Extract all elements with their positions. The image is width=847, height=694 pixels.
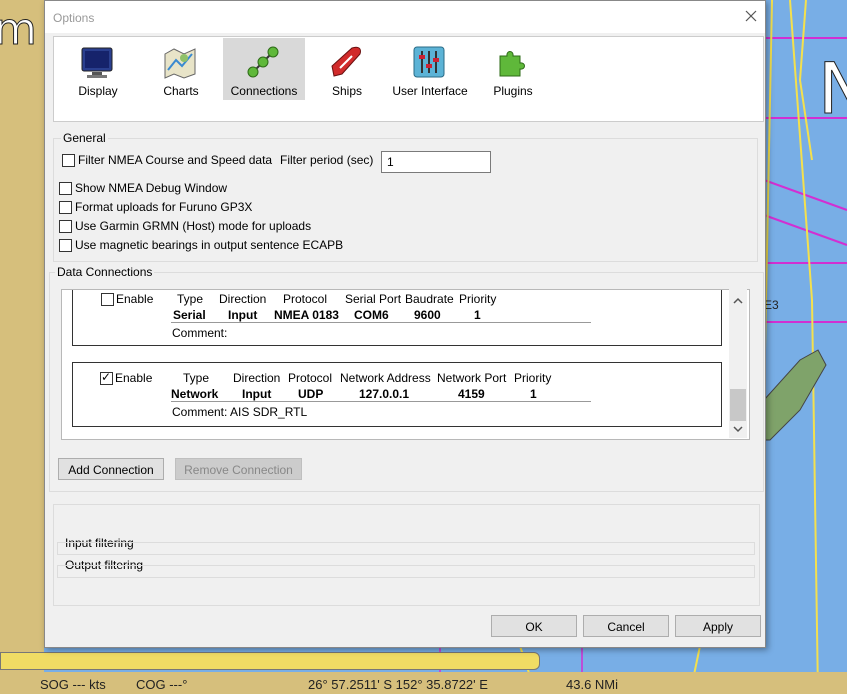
value-network-address: 127.0.0.1 (359, 387, 410, 401)
furuno-checkbox[interactable] (59, 201, 72, 214)
filter-period-label: Filter period (sec) (280, 153, 374, 167)
output-filtering-box[interactable] (57, 565, 755, 578)
filter-nmea-checkbox[interactable] (62, 154, 75, 167)
sog-readout: SOG --- kts (40, 677, 106, 692)
close-icon[interactable] (743, 8, 759, 24)
enable-label: Enable (115, 371, 153, 385)
chevron-down-icon[interactable] (733, 425, 743, 433)
separator (171, 401, 591, 402)
remove-connection-button[interactable]: Remove Connection (175, 458, 302, 480)
distance-readout: 43.6 NMi (566, 677, 619, 692)
connections-scrollbar[interactable] (729, 289, 747, 438)
header-baudrate: Baudrate (405, 292, 454, 306)
header-type: Type (177, 292, 204, 306)
filter-nmea-label: Filter NMEA Course and Speed data (78, 153, 273, 167)
value-protocol: NMEA 0183 (274, 308, 339, 322)
chart-label-right: N (817, 48, 847, 131)
value-type: Serial (173, 308, 206, 322)
value-network-port: 4159 (458, 387, 485, 401)
charts-icon (164, 48, 196, 79)
user-interface-icon (413, 46, 445, 78)
header-direction: Direction (233, 371, 281, 385)
position-readout: 26° 57.2511' S 152° 35.8722' E (308, 677, 488, 692)
options-toolbar: Display Charts Connections Ships User In… (53, 36, 764, 122)
header-direction: Direction (219, 292, 267, 306)
display-icon (81, 47, 113, 78)
header-type: Type (183, 371, 210, 385)
tab-ships-label: Ships (331, 84, 363, 98)
header-serial-port: Serial Port (345, 292, 402, 306)
connection-enable-checkbox[interactable] (100, 370, 113, 385)
header-protocol: Protocol (288, 371, 333, 385)
value-priority: 1 (530, 387, 537, 401)
chart-marker-label: E3 (764, 298, 779, 312)
value-direction: Input (228, 308, 258, 322)
filtering-group (53, 504, 760, 606)
chevron-up-icon[interactable] (733, 297, 743, 305)
separator (171, 322, 591, 323)
connection-item[interactable]: Enable Type Direction Protocol Serial Po… (72, 290, 722, 346)
data-connections-title: Data Connections (55, 265, 155, 279)
header-priority: Priority (514, 371, 552, 385)
add-connection-button[interactable]: Add Connection (58, 458, 164, 480)
furuno-label: Format uploads for Furuno GP3X (75, 200, 253, 214)
value-protocol: UDP (298, 387, 324, 401)
header-protocol: Protocol (283, 292, 328, 306)
connections-icon (247, 46, 279, 78)
enable-label: Enable (116, 292, 154, 306)
header-network-port: Network Port (437, 371, 507, 385)
tab-display[interactable]: Display (57, 38, 139, 100)
apply-button[interactable]: Apply (675, 615, 761, 637)
header-network-address: Network Address (340, 371, 431, 385)
tab-charts-label: Charts (163, 84, 199, 98)
connection-item[interactable]: Enable Type Direction Protocol Network A… (72, 362, 722, 427)
ok-button[interactable]: OK (491, 615, 577, 637)
tab-ships[interactable]: Ships (306, 38, 388, 100)
show-debug-checkbox[interactable] (59, 182, 72, 195)
connection-comment: Comment: AIS SDR_RTL (172, 405, 308, 419)
plugins-icon (499, 51, 525, 77)
garmin-checkbox[interactable] (59, 220, 72, 233)
garmin-label: Use Garmin GRMN (Host) mode for uploads (75, 219, 312, 233)
status-bar: SOG --- kts COG ---° 26° 57.2511' S 152°… (0, 672, 847, 694)
cog-readout: COG ---° (136, 677, 188, 692)
connection-enable-checkbox[interactable] (101, 293, 114, 306)
magnetic-checkbox[interactable] (59, 239, 72, 252)
dialog-titlebar[interactable]: Options (45, 1, 765, 33)
chart-label-left: m (0, 4, 37, 56)
header-priority: Priority (459, 292, 497, 306)
tab-plugins-label: Plugins (493, 84, 533, 98)
value-direction: Input (242, 387, 272, 401)
dialog-title: Options (53, 11, 95, 25)
tab-display-label: Display (78, 84, 118, 98)
connection-comment: Comment: (172, 326, 228, 340)
value-priority: 1 (474, 308, 481, 322)
magnetic-label: Use magnetic bearings in output sentence… (75, 238, 344, 252)
input-filtering-box[interactable] (57, 542, 755, 555)
options-dialog: Options Display Charts Connections Ships… (44, 0, 766, 648)
value-serial-port: COM6 (354, 308, 389, 322)
value-baudrate: 9600 (414, 308, 441, 322)
tab-plugins[interactable]: Plugins (472, 38, 554, 100)
scrollbar-thumb[interactable] (730, 389, 746, 421)
show-debug-label: Show NMEA Debug Window (75, 181, 228, 195)
tab-user-interface-label: User Interface (392, 84, 468, 98)
chart-scale-bar (0, 652, 540, 670)
connections-list[interactable]: Enable Type Direction Protocol Serial Po… (61, 289, 750, 440)
tab-connections[interactable]: Connections (223, 38, 305, 100)
tab-connections-label: Connections (230, 84, 298, 98)
cancel-button[interactable]: Cancel (583, 615, 669, 637)
ships-icon (331, 46, 361, 77)
filter-period-input[interactable]: 1 (381, 151, 491, 173)
value-type: Network (171, 387, 219, 401)
tab-charts[interactable]: Charts (140, 38, 222, 100)
tab-user-interface[interactable]: User Interface (389, 38, 471, 100)
general-title: General (61, 131, 108, 145)
